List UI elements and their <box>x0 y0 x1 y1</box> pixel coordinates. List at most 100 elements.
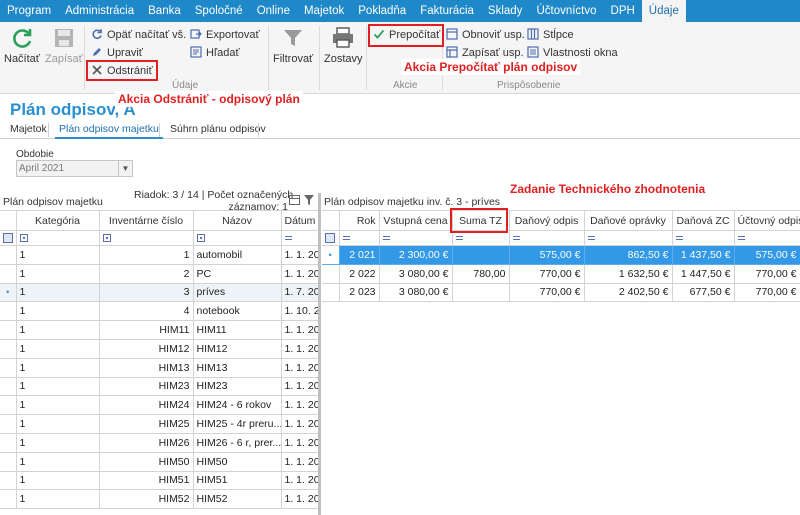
table-row[interactable]: 1HIM50HIM501. 1. 202 <box>0 451 319 472</box>
cell-danovy-odpis[interactable]: 770,00 € <box>508 282 585 303</box>
table-row[interactable]: 1HIM26HIM26 - 6 r, prer...1. 1. 202 <box>0 432 319 453</box>
row-indicator[interactable] <box>0 376 17 397</box>
table-row[interactable]: • 2 021 2 300,00 €575,00 €862,50 €1 437,50… <box>322 245 800 265</box>
menu-item[interactable]: Banka <box>141 0 188 22</box>
filter-vstupna-cena[interactable] <box>378 230 453 246</box>
cell-uctovny-odpis[interactable]: 575,00 € <box>733 245 800 265</box>
cell-inventarne-cislo[interactable]: HIM23 <box>98 376 194 397</box>
opat-nacitat-button[interactable]: Opäť načítať vš. <box>91 27 186 43</box>
grid-options-icon[interactable] <box>325 233 336 244</box>
cell-datum[interactable]: 1. 1. 202 <box>280 376 319 397</box>
row-indicator[interactable] <box>0 263 17 284</box>
cell-nazov[interactable]: HIM11 <box>192 320 282 340</box>
table-row[interactable]: 1HIM23HIM231. 1. 202 <box>0 376 319 397</box>
cell-nazov[interactable]: PC <box>192 263 282 284</box>
table-row[interactable]: 2 023 3 080,00 €770,00 €2 402,50 €677,50 … <box>322 282 800 303</box>
cell-nazov[interactable]: HIM24 - 6 rokov <box>192 395 282 416</box>
cell-nazov[interactable]: HIM25 - 4r preru... <box>192 414 282 434</box>
chevron-down-icon[interactable]: ▼ <box>118 161 132 176</box>
menu-item[interactable]: Údaje <box>641 0 686 22</box>
col-header-danovy-odpis[interactable]: Daňový odpis <box>508 210 585 231</box>
cell-uctovny-odpis[interactable]: 770,00 € <box>733 263 800 284</box>
cell-kategoria[interactable]: 1 <box>15 432 100 453</box>
zostavy-button[interactable]: Zostavy <box>324 26 363 65</box>
table-row[interactable]: 1HIM52HIM521. 1. 202 <box>0 489 319 510</box>
cell-kategoria[interactable]: 1 <box>15 357 100 378</box>
obnovit-usp-button[interactable]: Obnoviť usp. <box>446 27 525 43</box>
row-indicator[interactable] <box>0 451 17 472</box>
cell-datum[interactable]: 1. 1. 202 <box>280 357 319 378</box>
row-indicator[interactable]: • <box>322 245 340 265</box>
col-header-kategoria[interactable]: Kategória <box>15 210 100 231</box>
cell-nazov[interactable]: HIM51 <box>192 470 282 491</box>
row-indicator[interactable] <box>0 245 17 265</box>
cell-danova-zc[interactable]: 1 437,50 € <box>671 245 735 265</box>
menu-item[interactable]: Pokladňa <box>351 0 413 22</box>
col-header-uctovny-odpis[interactable]: Účtovný odpis <box>733 210 800 231</box>
cell-inventarne-cislo[interactable]: HIM50 <box>98 451 194 472</box>
cell-inventarne-cislo[interactable]: HIM24 <box>98 395 194 416</box>
table-row[interactable]: 14notebook1. 10. 20 <box>0 301 319 322</box>
splitter[interactable] <box>318 193 321 515</box>
cell-nazov[interactable]: HIM12 <box>192 338 282 359</box>
row-indicator[interactable] <box>0 338 17 359</box>
grid-options-cell[interactable] <box>322 230 340 246</box>
cell-inventarne-cislo[interactable]: HIM52 <box>98 489 194 510</box>
table-row[interactable]: • 13príves1. 7. 202 <box>0 282 319 303</box>
table-row[interactable]: 1HIM11HIM111. 1. 202 <box>0 320 319 340</box>
menu-item[interactable]: Sklady <box>481 0 530 22</box>
menu-item[interactable]: Administrácia <box>58 0 141 22</box>
cell-inventarne-cislo[interactable]: HIM13 <box>98 357 194 378</box>
col-header-nazov[interactable]: Názov <box>192 210 282 231</box>
cell-kategoria[interactable]: 1 <box>15 301 100 322</box>
cell-danove-opravky[interactable]: 1 632,50 € <box>583 263 673 284</box>
cell-nazov[interactable]: HIM26 - 6 r, prer... <box>192 432 282 453</box>
cell-datum[interactable]: 1. 1. 202 <box>280 320 319 340</box>
cell-vstupna-cena[interactable]: 2 300,00 € <box>378 245 453 265</box>
row-indicator[interactable]: • <box>0 282 17 303</box>
zapisat-button[interactable]: Zapísať <box>45 26 83 65</box>
table-row[interactable]: 1HIM12HIM121. 1. 202 <box>0 338 319 359</box>
cell-nazov[interactable]: HIM23 <box>192 376 282 397</box>
table-row[interactable]: 11automobil1. 1. 202 <box>0 245 319 265</box>
cell-inventarne-cislo[interactable]: 2 <box>98 263 194 284</box>
cell-datum[interactable]: 1. 1. 202 <box>280 263 319 284</box>
row-indicator[interactable] <box>0 489 17 510</box>
filtrovat-button[interactable]: Filtrovať <box>273 26 313 65</box>
cell-vstupna-cena[interactable]: 3 080,00 € <box>378 282 453 303</box>
menu-item[interactable]: Fakturácia <box>413 0 481 22</box>
tab-majetok[interactable]: Majetok <box>6 121 51 139</box>
cell-inventarne-cislo[interactable]: HIM26 <box>98 432 194 453</box>
filter-icon[interactable] <box>196 234 205 243</box>
cell-kategoria[interactable]: 1 <box>15 338 100 359</box>
row-indicator[interactable] <box>0 470 17 491</box>
table-row[interactable]: 2 022 3 080,00 €780,00 770,00 €1 632,50 €1… <box>322 263 800 284</box>
cell-rok[interactable]: 2 022 <box>338 263 380 284</box>
cell-danove-opravky[interactable]: 2 402,50 € <box>583 282 673 303</box>
cell-kategoria[interactable]: 1 <box>15 470 100 491</box>
equals-icon[interactable] <box>284 236 292 241</box>
menu-item[interactable]: Účtovníctvo <box>529 0 603 22</box>
cell-nazov[interactable]: notebook <box>192 301 282 322</box>
hladat-button[interactable]: Hľadať <box>190 45 240 61</box>
exportovat-button[interactable]: Exportovať <box>190 27 260 43</box>
filter-datum[interactable] <box>280 230 319 246</box>
cell-datum[interactable]: 1. 1. 202 <box>280 338 319 359</box>
equals-icon[interactable] <box>512 236 520 241</box>
stlpce-button[interactable]: Stĺpce <box>527 27 574 43</box>
table-row[interactable]: 1HIM24HIM24 - 6 rokov1. 1. 202 <box>0 395 319 416</box>
upravit-button[interactable]: Upraviť <box>91 45 143 61</box>
row-indicator[interactable] <box>322 282 340 303</box>
filter-rok[interactable] <box>338 230 380 246</box>
row-indicator[interactable] <box>322 263 340 284</box>
filter-icon[interactable] <box>102 234 111 243</box>
cell-suma-tz[interactable] <box>451 282 510 303</box>
cell-danove-opravky[interactable]: 862,50 € <box>583 245 673 265</box>
table-row[interactable]: 1HIM25HIM25 - 4r preru...1. 1. 202 <box>0 414 319 434</box>
cell-suma-tz[interactable] <box>451 245 510 265</box>
cell-kategoria[interactable]: 1 <box>15 263 100 284</box>
equals-icon[interactable] <box>587 236 595 241</box>
period-select[interactable]: April 2021 ▼ <box>16 160 133 177</box>
table-row[interactable]: 12PC1. 1. 202 <box>0 263 319 284</box>
menu-item[interactable]: Majetok <box>297 0 351 22</box>
